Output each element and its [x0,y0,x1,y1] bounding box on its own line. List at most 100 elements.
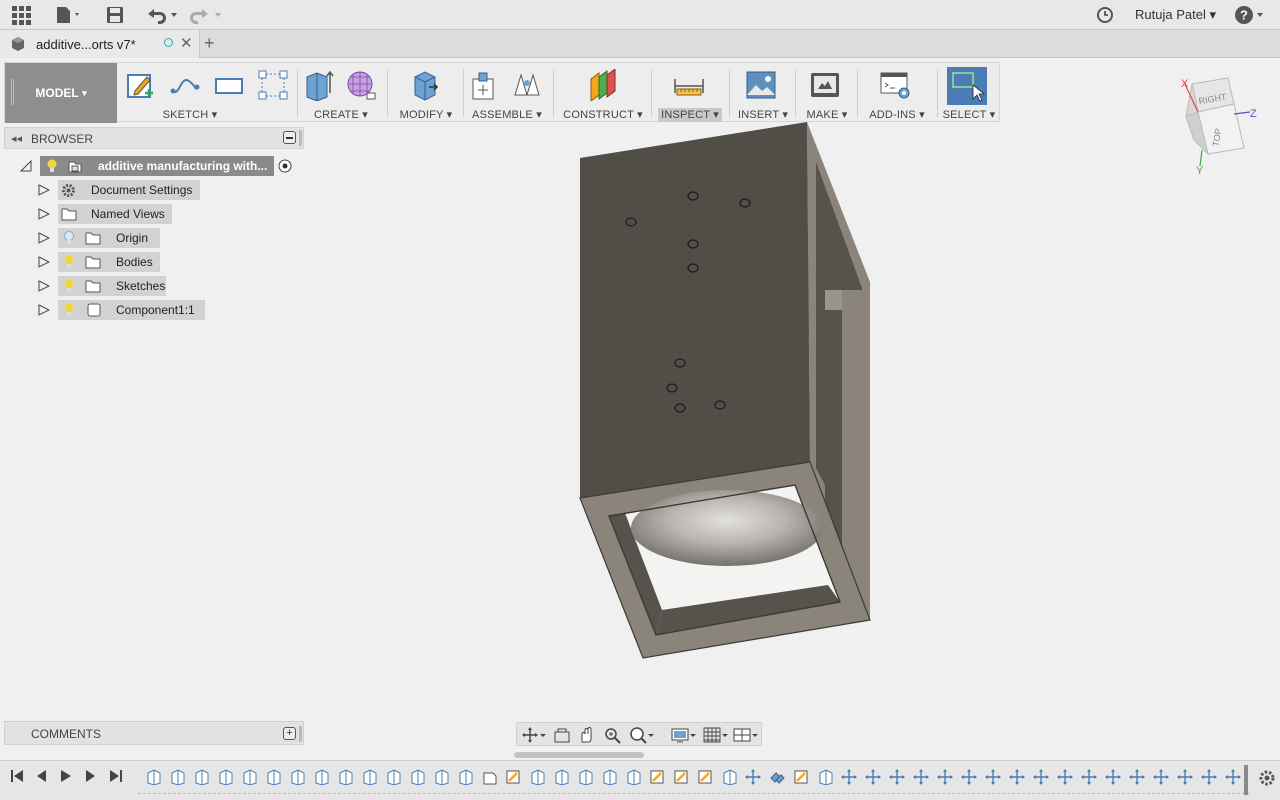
extrude-icon[interactable] [303,69,335,102]
move-feature-icon[interactable] [841,769,857,785]
extrude-feature-icon[interactable] [193,769,209,785]
extrude-feature-icon[interactable] [601,769,617,785]
go-to-start-icon[interactable] [10,769,24,783]
assemble-menu-label[interactable]: ASSEMBLE ▾ [467,108,547,121]
move-feature-icon[interactable] [1201,769,1217,785]
extrude-feature-icon[interactable] [289,769,305,785]
caret-down-icon[interactable] [539,726,547,744]
select-menu-label[interactable]: SELECT ▾ [941,108,997,121]
document-tab[interactable]: additive...orts v7* ✕ [0,30,200,58]
sketch-feature-icon[interactable] [505,769,521,785]
measure-icon[interactable] [673,69,705,101]
extrude-feature-icon[interactable] [721,769,737,785]
app-grid-icon[interactable] [11,4,31,26]
create-menu-label[interactable]: CREATE ▾ [301,108,381,121]
insert-menu-label[interactable]: INSERT ▾ [733,108,793,121]
go-to-end-icon[interactable] [109,769,123,783]
browser-item-document-settings[interactable]: Document Settings [0,180,300,200]
offset-plane-icon[interactable] [587,68,619,102]
make-group[interactable]: MAKE ▾ [799,63,855,123]
caret-down-icon[interactable] [689,726,697,744]
modify-group[interactable]: MODIFY ▾ [391,63,461,123]
caret-down-icon[interactable] [721,726,729,744]
insert-canvas-icon[interactable] [745,69,777,101]
move-feature-icon[interactable] [1009,769,1025,785]
extrude-feature-icon[interactable] [817,769,833,785]
press-pull-icon[interactable] [409,69,441,101]
browser-item-bodies[interactable]: Bodies [0,252,300,272]
extrude-feature-icon[interactable] [625,769,641,785]
collapsed-triangle-icon[interactable] [38,304,50,316]
timeline-position-marker[interactable] [1244,765,1248,795]
move-feature-icon[interactable] [1081,769,1097,785]
sketch-feature-icon[interactable] [793,769,809,785]
move-feature-icon[interactable] [1105,769,1121,785]
3d-model-viewport[interactable] [560,115,890,670]
sketch-menu-label[interactable]: SKETCH ▾ [101,108,279,121]
viewports-icon[interactable] [733,726,751,744]
visibility-bulb-off-icon[interactable] [62,231,76,245]
move-feature-icon[interactable] [985,769,1001,785]
extrude-feature-icon[interactable] [529,769,545,785]
collapsed-triangle-icon[interactable] [38,184,50,196]
browser-resize-handle[interactable] [299,130,302,146]
sketch-constraints-icon[interactable] [257,69,289,101]
construct-menu-label[interactable]: CONSTRUCT ▾ [557,108,649,121]
move-feature-icon[interactable] [865,769,881,785]
toolbar-grip[interactable] [11,79,14,105]
extrude-feature-icon[interactable] [385,769,401,785]
step-back-icon[interactable] [34,769,48,783]
joint-icon[interactable] [511,69,543,101]
grid-snap-icon[interactable] [703,726,721,744]
add-ins-group[interactable]: ADD-INS ▾ [861,63,933,123]
play-icon[interactable] [59,769,73,783]
extrude-feature-icon[interactable] [313,769,329,785]
orbit-icon[interactable] [521,726,539,744]
help-menu[interactable]: ? [1234,5,1266,28]
caret-down-icon[interactable] [751,726,759,744]
extrude-feature-icon[interactable] [169,769,185,785]
collapsed-triangle-icon[interactable] [38,208,50,220]
sketch-feature-icon[interactable] [649,769,665,785]
move-feature-icon[interactable] [913,769,929,785]
extrude-feature-icon[interactable] [337,769,353,785]
browser-minimize-button[interactable] [283,131,296,144]
file-menu-icon[interactable] [55,4,83,26]
make-menu-label[interactable]: MAKE ▾ [799,108,855,121]
extrude-feature-icon[interactable] [457,769,473,785]
modify-menu-label[interactable]: MODIFY ▾ [391,108,461,121]
step-forward-icon[interactable] [84,769,98,783]
save-icon[interactable] [106,4,124,26]
extrude-feature-icon[interactable] [409,769,425,785]
timeline-settings-gear-icon[interactable] [1258,769,1276,787]
collapse-browser-button[interactable]: ◂◂ [11,132,22,145]
extrude-feature-icon[interactable] [265,769,281,785]
undo-icon[interactable] [145,4,181,26]
browser-item-named-views[interactable]: Named Views [0,204,300,224]
body-feature-icon[interactable] [481,769,497,785]
visibility-bulb-icon[interactable] [62,255,76,269]
visibility-bulb-icon[interactable] [45,159,59,173]
extrude-feature-icon[interactable] [217,769,233,785]
construct-group[interactable]: CONSTRUCT ▾ [557,63,649,123]
expanded-triangle-icon[interactable] [20,160,32,172]
move-feature-icon[interactable] [937,769,953,785]
comments-resize-handle[interactable] [299,726,302,742]
visibility-bulb-icon[interactable] [62,279,76,293]
insert-group[interactable]: INSERT ▾ [733,63,793,123]
inspect-menu-label[interactable]: INSPECT ▾ [655,108,725,122]
extrude-feature-icon[interactable] [145,769,161,785]
select-group[interactable]: SELECT ▾ [941,63,997,123]
collapsed-triangle-icon[interactable] [38,256,50,268]
move-feature-icon[interactable] [1057,769,1073,785]
move-feature-icon[interactable] [961,769,977,785]
create-sketch-icon[interactable] [125,69,157,101]
form-icon[interactable] [345,69,377,101]
caret-down-icon[interactable] [647,726,655,744]
move-feature-icon[interactable] [745,769,761,785]
collapsed-triangle-icon[interactable] [38,232,50,244]
extrude-feature-icon[interactable] [577,769,593,785]
fit-zoom-icon[interactable] [629,726,647,744]
scripts-addins-icon[interactable] [879,69,911,101]
extrude-feature-icon[interactable] [433,769,449,785]
